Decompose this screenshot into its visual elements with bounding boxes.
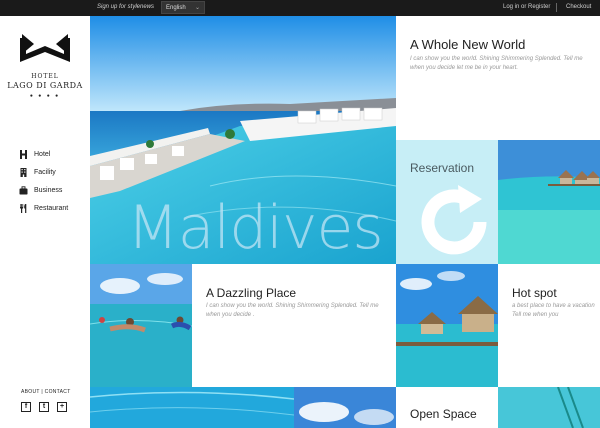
- open-space-tile[interactable]: Open Space: [396, 387, 498, 428]
- nav-label: Restaurant: [34, 204, 69, 212]
- tile-title: Hot spot: [512, 286, 557, 300]
- reservation-tile[interactable]: Reservation: [396, 140, 498, 264]
- hero-title: Maldives: [127, 193, 384, 263]
- facebook-icon[interactable]: f: [21, 402, 31, 412]
- sidebar: HOTEL LAGO DI GARDA ● ● ● ● Hotel Facili…: [0, 16, 90, 428]
- nav-label: Business: [34, 186, 63, 194]
- twitter-icon[interactable]: t: [39, 402, 49, 412]
- refresh-icon: [421, 185, 487, 255]
- footer-links: ABOUT | CONTACT: [21, 389, 71, 395]
- checkout-link[interactable]: Checkout: [566, 4, 591, 10]
- topbar-divider: [556, 3, 557, 12]
- tile-title: Open Space: [410, 407, 477, 421]
- nav-label: Hotel: [34, 150, 51, 158]
- tile-title: A Whole New World: [410, 37, 526, 52]
- login-register-link[interactable]: Log in or Register: [503, 4, 550, 10]
- pool-water-image[interactable]: [90, 387, 294, 428]
- social-links: f t +: [21, 402, 67, 412]
- nav-item-facility[interactable]: Facility: [19, 163, 68, 181]
- overwater-bungalows-image[interactable]: [498, 140, 600, 264]
- h-letter-icon: [20, 149, 27, 159]
- building-icon: [20, 167, 27, 177]
- chevron-down-icon: ⌄: [194, 5, 200, 11]
- hotel-logo-icon[interactable]: [20, 34, 70, 62]
- hero-maldives-tile[interactable]: Maldives: [90, 16, 396, 264]
- tile-description: I can show you the world. Shining Shimme…: [410, 56, 583, 71]
- villa-resort-image[interactable]: [396, 264, 498, 387]
- sea-image[interactable]: [498, 387, 600, 428]
- brand-name: LAGO DI GARDA: [7, 81, 83, 90]
- footer-divider: |: [41, 389, 43, 395]
- dazzling-place-tile[interactable]: A Dazzling Place I can show you the worl…: [192, 264, 396, 387]
- nav-item-restaurant[interactable]: Restaurant: [19, 199, 68, 217]
- main-nav: Hotel Facility Business Restaurant: [19, 145, 68, 217]
- language-select[interactable]: English ⌄: [161, 1, 205, 14]
- briefcase-icon: [19, 185, 28, 194]
- signup-link[interactable]: Sign up for stylenews: [97, 4, 154, 10]
- whole-new-world-tile[interactable]: A Whole New World I can show you the wor…: [396, 16, 600, 140]
- brand-hotel-label: HOTEL: [31, 73, 59, 80]
- hot-spot-tile[interactable]: Hot spot a best place to have a vacation…: [498, 264, 600, 387]
- google-plus-icon[interactable]: +: [57, 402, 67, 412]
- cutlery-icon: [20, 203, 27, 213]
- sky-image[interactable]: [294, 387, 396, 428]
- swimmers-image[interactable]: [90, 264, 192, 387]
- nav-item-hotel[interactable]: Hotel: [19, 145, 68, 163]
- tile-description: a best place to have a vacation Tell me …: [512, 303, 595, 318]
- language-value: English: [166, 5, 186, 11]
- brand-stars: ● ● ● ●: [29, 93, 61, 99]
- about-link[interactable]: ABOUT: [21, 389, 40, 395]
- tile-description: I can show you the world. Shining Shimme…: [206, 303, 379, 318]
- tile-title: A Dazzling Place: [206, 286, 297, 300]
- top-bar: Sign up for stylenews English ⌄ Log in o…: [0, 0, 600, 16]
- tile-title: Reservation: [410, 161, 475, 175]
- nav-label: Facility: [34, 168, 56, 176]
- nav-item-business[interactable]: Business: [19, 181, 68, 199]
- contact-link[interactable]: CONTACT: [45, 389, 71, 395]
